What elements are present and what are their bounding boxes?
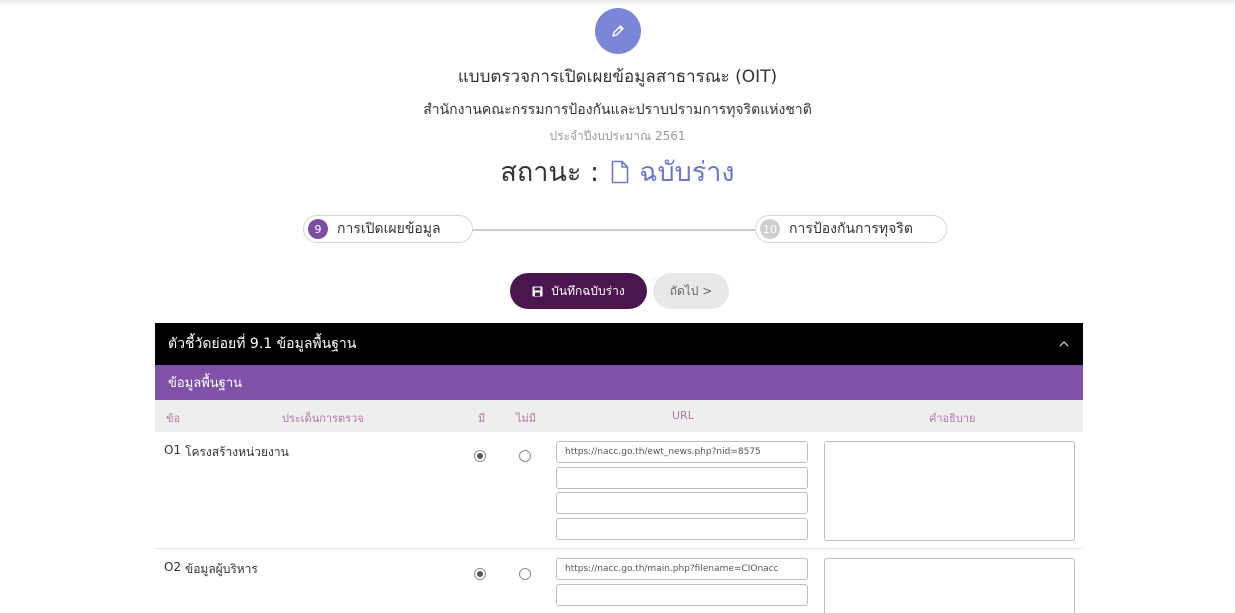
col-url: URL: [672, 409, 694, 422]
url-input-1[interactable]: https://nacc.go.th/ewt_news.php?nid=8575: [556, 441, 808, 463]
step-label: การป้องกันการทุจริต: [789, 221, 913, 237]
form-title: แบบตรวจการเปิดเผยข้อมูลสาธารณะ (OIT): [457, 67, 778, 87]
col-no-have: ไม่มี: [516, 412, 537, 425]
status-value-group: ฉบับร่าง: [599, 150, 735, 193]
table-row: O1 โครงสร้างหน่วยงาน https://nacc.go.th/…: [155, 432, 1083, 549]
indicator-panel: ตัวชี้วัดย่อยที่ 9.1 ข้อมูลพื้นฐาน ข้อมู…: [155, 323, 1083, 613]
radio-no[interactable]: [519, 568, 531, 580]
section-title: ข้อมูลพื้นฐาน: [155, 365, 1083, 400]
step-anti-corruption[interactable]: 10 การป้องกันการทุจริต: [755, 215, 947, 243]
radio-yes[interactable]: [474, 450, 486, 462]
radio-yes[interactable]: [474, 568, 486, 580]
top-shadow: [0, 0, 1235, 6]
step-disclosure[interactable]: 9 การเปิดเผยข้อมูล: [303, 215, 473, 243]
row-code: O2: [164, 560, 182, 574]
floppy-disk-icon: [532, 286, 543, 297]
document-icon: [611, 160, 629, 184]
next-button[interactable]: ถัดไป >: [653, 273, 729, 309]
step-label: การเปิดเผยข้อมูล: [337, 221, 441, 237]
edit-icon-badge: [595, 8, 641, 54]
status-value: ฉบับร่าง: [639, 157, 735, 188]
stepper-line: [470, 229, 760, 231]
status-label: สถานะ :: [500, 157, 600, 188]
col-yes: มี: [478, 412, 486, 425]
description-textarea[interactable]: [824, 558, 1075, 613]
description-textarea[interactable]: [824, 441, 1075, 541]
url-input-2[interactable]: [556, 467, 808, 489]
table-header: ข้อ ประเด็นการตรวจ มี ไม่มี URL คำอธิบาย: [155, 400, 1083, 432]
chevron-up-icon[interactable]: [1059, 341, 1069, 347]
step-number: 9: [308, 219, 328, 239]
url-input-4[interactable]: [556, 518, 808, 540]
col-no: ข้อ: [166, 412, 181, 425]
row-code: O1: [164, 443, 182, 457]
panel-header[interactable]: ตัวชี้วัดย่อยที่ 9.1 ข้อมูลพื้นฐาน: [155, 323, 1083, 365]
fiscal-year: ประจำปีงบประมาณ 2561: [549, 129, 686, 143]
step-number: 10: [760, 219, 780, 239]
pencil-icon: [610, 23, 626, 39]
row-topic: ข้อมูลผู้บริหาร: [185, 562, 258, 576]
url-input-1[interactable]: https://nacc.go.th/main.php?filename=CIO…: [556, 558, 808, 580]
save-draft-button[interactable]: บันทึกฉบับร่าง: [510, 273, 647, 309]
col-description: คำอธิบาย: [929, 412, 976, 425]
agency-name: สำนักงานคณะกรรมการป้องกันและปราบปรามการท…: [423, 102, 812, 118]
save-draft-label: บันทึกฉบับร่าง: [551, 283, 625, 298]
url-input-3[interactable]: [556, 492, 808, 514]
col-topic: ประเด็นการตรวจ: [282, 412, 364, 425]
indicator-title: ตัวชี้วัดย่อยที่ 9.1 ข้อมูลพื้นฐาน: [168, 336, 357, 352]
table-row: O2 ข้อมูลผู้บริหาร https://nacc.go.th/ma…: [155, 549, 1083, 613]
radio-no[interactable]: [519, 450, 531, 462]
status-row: สถานะ : ฉบับร่าง: [0, 150, 1235, 193]
row-topic: โครงสร้างหน่วยงาน: [185, 445, 289, 459]
